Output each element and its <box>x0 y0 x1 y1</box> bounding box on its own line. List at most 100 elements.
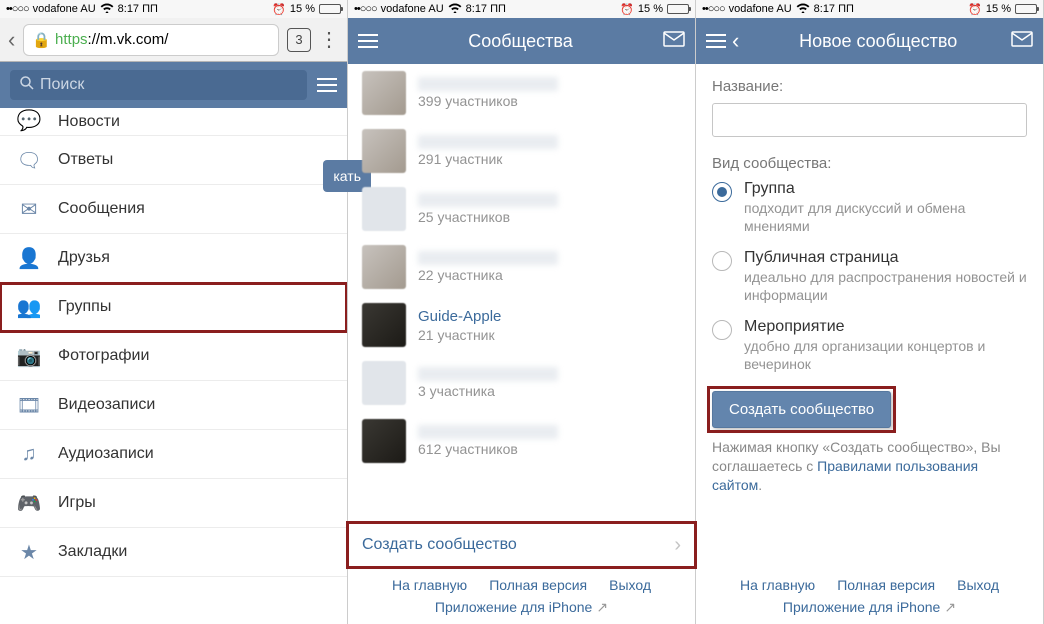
create-label: Создать сообщество <box>362 536 517 554</box>
member-count: 291 участник <box>418 151 558 167</box>
vk-menu-list: 💬 Новости 🗨 Ответы ✉ Сообщения 👤 Друзья … <box>0 108 347 624</box>
signal-dots-icon: ••○○○ <box>354 3 377 15</box>
header-title: Сообщества <box>378 31 663 52</box>
tabs-button[interactable]: 3 <box>287 28 311 52</box>
menu-item-groups[interactable]: 👥 Группы <box>0 283 347 332</box>
signal-dots-icon: ••○○○ <box>6 3 29 15</box>
hamburger-icon[interactable] <box>706 34 726 48</box>
carrier-label: vodafone AU <box>33 3 96 15</box>
member-count: 22 участника <box>418 267 558 283</box>
option-sub: удобно для организации концертов и вечер… <box>744 338 1027 373</box>
menu-item-photos[interactable]: 📷 Фотографии <box>0 332 347 381</box>
battery-icon <box>667 4 689 14</box>
menu-item-audio[interactable]: ♫ Аудиозаписи <box>0 430 347 479</box>
footer-app[interactable]: Приложение для iPhone <box>435 599 592 615</box>
menu-item-news[interactable]: 💬 Новости <box>0 108 347 136</box>
name-label: Название: <box>712 78 1027 95</box>
member-count: 612 участников <box>418 441 558 457</box>
camera-icon: 📷 <box>18 345 40 367</box>
community-row[interactable]: Guide-Apple21 участник <box>348 296 695 354</box>
wifi-icon <box>448 2 462 16</box>
star-icon: ★ <box>18 541 40 563</box>
avatar <box>362 303 406 347</box>
community-row[interactable]: 22 участника <box>348 238 695 296</box>
member-count: 399 участников <box>418 93 558 109</box>
person-icon: 👤 <box>18 247 40 269</box>
alarm-icon: ⏰ <box>272 3 286 16</box>
avatar <box>362 361 406 405</box>
create-form: Название: Вид сообщества: Группа подходи… <box>696 64 1043 567</box>
agreement-text: Нажимая кнопку «Создать сообщество», Вы … <box>712 438 1027 495</box>
video-icon: 🎞 <box>18 394 40 416</box>
people-icon: 👥 <box>18 296 40 318</box>
vk-search-header: Поиск <box>0 62 347 108</box>
community-row[interactable]: 3 участника <box>348 354 695 412</box>
footer-full[interactable]: Полная версия <box>837 577 935 593</box>
wifi-icon <box>100 2 114 16</box>
community-name-blurred <box>418 251 558 265</box>
gamepad-icon: 🎮 <box>18 492 40 514</box>
communities-list: 399 участников 291 участник 25 участнико… <box>348 64 695 523</box>
option-sub: подходит для дискуссий и обмена мнениями <box>744 200 1027 235</box>
community-name-blurred <box>418 425 558 439</box>
browser-menu-icon[interactable]: ⋮ <box>319 27 339 52</box>
music-icon: ♫ <box>18 443 40 465</box>
menu-label: Видеозаписи <box>58 396 155 414</box>
name-input[interactable] <box>712 103 1027 137</box>
community-row[interactable]: 612 участников <box>348 412 695 470</box>
community-row[interactable]: 291 участник <box>348 122 695 180</box>
mail-icon: ✉ <box>18 198 40 220</box>
footer-home[interactable]: На главную <box>740 577 815 593</box>
community-name-blurred <box>418 193 558 207</box>
menu-item-friends[interactable]: 👤 Друзья <box>0 234 347 283</box>
safari-address-bar: ‹ 🔒 https://m.vk.com/ 3 ⋮ <box>0 18 347 62</box>
create-community-button[interactable]: Создать сообщество <box>712 391 891 428</box>
ios-status-bar: ••○○○ vodafone AU 8:17 ПП ⏰ 15 % <box>348 0 695 18</box>
menu-label: Закладки <box>58 543 127 561</box>
community-name-blurred <box>418 367 558 381</box>
url-scheme: https <box>55 31 88 48</box>
lock-icon: 🔒 <box>32 31 51 49</box>
chat-icon: 💬 <box>18 109 40 131</box>
create-community-link[interactable]: Создать сообщество › <box>348 523 695 567</box>
carrier-label: vodafone AU <box>729 3 792 15</box>
menu-label: Аудиозаписи <box>58 445 154 463</box>
battery-icon <box>319 4 341 14</box>
menu-label: Игры <box>58 494 96 512</box>
alarm-icon: ⏰ <box>620 3 634 16</box>
menu-item-videos[interactable]: 🎞 Видеозаписи <box>0 381 347 430</box>
search-input[interactable]: Поиск <box>10 70 307 100</box>
community-row[interactable]: 399 участников <box>348 64 695 122</box>
carrier-label: vodafone AU <box>381 3 444 15</box>
menu-item-answers[interactable]: 🗨 Ответы <box>0 136 347 185</box>
browser-back-icon[interactable]: ‹ <box>8 27 15 53</box>
radio-public-option[interactable]: Публичная страница идеально для распрост… <box>712 249 1027 304</box>
menu-label: Фотографии <box>58 347 149 365</box>
menu-label: Группы <box>58 298 111 316</box>
radio-group-option[interactable]: Группа подходит для дискуссий и обмена м… <box>712 180 1027 235</box>
mail-icon[interactable] <box>663 31 685 52</box>
vk-header-communities: Сообщества <box>348 18 695 64</box>
menu-label: Новости <box>58 113 120 131</box>
radio-event-option[interactable]: Мероприятие удобно для организации конце… <box>712 318 1027 373</box>
footer-logout[interactable]: Выход <box>957 577 999 593</box>
url-field[interactable]: 🔒 https://m.vk.com/ <box>23 24 279 56</box>
hamburger-icon[interactable] <box>317 78 337 92</box>
mail-icon[interactable] <box>1011 31 1033 52</box>
radio-icon <box>712 182 732 202</box>
back-chevron-icon[interactable]: ‹ <box>732 28 739 54</box>
battery-pct-label: 15 % <box>986 3 1011 15</box>
menu-item-messages[interactable]: ✉ Сообщения <box>0 185 347 234</box>
hamburger-icon[interactable] <box>358 34 378 48</box>
footer-app[interactable]: Приложение для iPhone <box>783 599 940 615</box>
footer-full[interactable]: Полная версия <box>489 577 587 593</box>
avatar <box>362 245 406 289</box>
search-icon <box>20 76 34 95</box>
footer-home[interactable]: На главную <box>392 577 467 593</box>
menu-item-bookmarks[interactable]: ★ Закладки <box>0 528 347 577</box>
menu-item-games[interactable]: 🎮 Игры <box>0 479 347 528</box>
footer-logout[interactable]: Выход <box>609 577 651 593</box>
avatar <box>362 419 406 463</box>
community-row[interactable]: 25 участников <box>348 180 695 238</box>
menu-label: Друзья <box>58 249 110 267</box>
